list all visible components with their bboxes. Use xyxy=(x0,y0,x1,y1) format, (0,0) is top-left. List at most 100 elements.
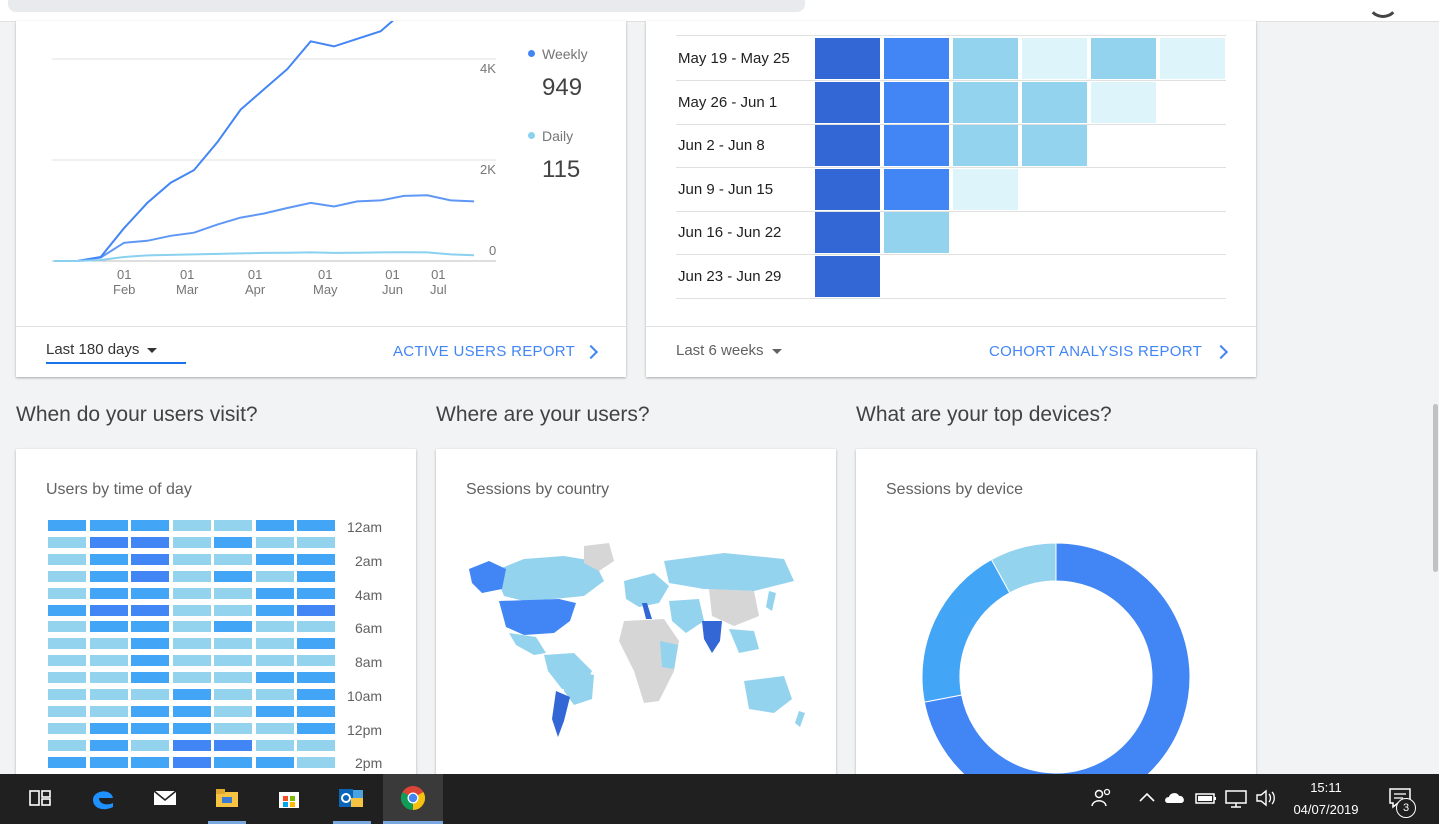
heatmap-cell[interactable] xyxy=(172,638,211,650)
heatmap-cell[interactable] xyxy=(214,756,252,768)
heatmap-cell[interactable] xyxy=(131,722,169,734)
heatmap-cell[interactable] xyxy=(172,553,211,565)
cohort-cell[interactable] xyxy=(884,168,949,210)
heatmap-cell[interactable] xyxy=(48,638,86,650)
heatmap-cell[interactable] xyxy=(255,705,294,717)
cohort-cell[interactable] xyxy=(953,168,1018,210)
heatmap-cell[interactable] xyxy=(255,570,294,582)
heatmap-cell[interactable] xyxy=(214,689,252,700)
heatmap-cell[interactable] xyxy=(89,553,128,565)
heatmap-cell[interactable] xyxy=(48,553,86,565)
heatmap-cell[interactable] xyxy=(131,536,169,548)
heatmap-cell[interactable] xyxy=(48,536,86,548)
heatmap-cell[interactable] xyxy=(131,520,169,531)
chevron-right-icon[interactable] xyxy=(583,344,599,360)
cohort-cell[interactable] xyxy=(953,125,1018,166)
scrollbar-thumb[interactable] xyxy=(1433,404,1438,572)
heatmap-cell[interactable] xyxy=(297,722,335,734)
heatmap-cell[interactable] xyxy=(214,705,252,717)
heatmap-cell[interactable] xyxy=(297,672,335,684)
heatmap-cell[interactable] xyxy=(214,672,252,684)
heatmap-cell[interactable] xyxy=(48,756,86,768)
heatmap-cell[interactable] xyxy=(131,553,169,565)
heatmap-cell[interactable] xyxy=(48,604,86,616)
heatmap-cell[interactable] xyxy=(297,536,335,548)
cohort-cell[interactable] xyxy=(815,255,880,297)
heatmap-cell[interactable] xyxy=(297,520,335,531)
cohort-cell[interactable] xyxy=(1160,38,1225,79)
cohort-cell[interactable] xyxy=(1022,81,1087,123)
heatmap-cell[interactable] xyxy=(214,638,252,650)
heatmap-cell[interactable] xyxy=(297,705,335,717)
heatmap-cell[interactable] xyxy=(131,689,169,700)
heatmap-cell[interactable] xyxy=(214,655,252,667)
heatmap-cell[interactable] xyxy=(214,587,252,599)
heatmap-cell[interactable] xyxy=(89,520,128,531)
active-users-report-link[interactable]: ACTIVE USERS REPORT xyxy=(393,343,575,360)
heatmap-cell[interactable] xyxy=(255,655,294,667)
heatmap-cell[interactable] xyxy=(297,621,335,633)
heatmap-cell[interactable] xyxy=(89,536,128,548)
heatmap-cell[interactable] xyxy=(48,570,86,582)
store-icon[interactable] xyxy=(275,784,303,812)
heatmap-cell[interactable] xyxy=(89,672,128,684)
cohort-cell[interactable] xyxy=(884,38,949,79)
heatmap-cell[interactable] xyxy=(172,621,211,633)
heatmap-cell[interactable] xyxy=(89,689,128,700)
volume-icon[interactable] xyxy=(1252,784,1280,812)
heatmap-cell[interactable] xyxy=(172,604,211,616)
people-icon[interactable] xyxy=(1088,784,1116,812)
cohort-range-dropdown[interactable]: Last 6 weeks xyxy=(676,342,782,359)
heatmap-cell[interactable] xyxy=(131,570,169,582)
cohort-cell[interactable] xyxy=(953,38,1018,79)
heatmap-cell[interactable] xyxy=(297,655,335,667)
heatmap-cell[interactable] xyxy=(48,672,86,684)
search-bar[interactable] xyxy=(8,0,805,12)
cohort-cell[interactable] xyxy=(884,125,949,166)
heatmap-cell[interactable] xyxy=(214,536,252,548)
network-icon[interactable] xyxy=(1222,784,1250,812)
heatmap-cell[interactable] xyxy=(48,587,86,599)
heatmap-cell[interactable] xyxy=(89,722,128,734)
heatmap-cell[interactable] xyxy=(214,722,252,734)
cohort-cell[interactable] xyxy=(1091,38,1156,79)
heatmap-cell[interactable] xyxy=(89,570,128,582)
chevron-up-icon[interactable] xyxy=(1133,784,1161,812)
cohort-cell[interactable] xyxy=(884,81,949,123)
cohort-cell[interactable] xyxy=(953,81,1018,123)
heatmap-cell[interactable] xyxy=(255,536,294,548)
heatmap-cell[interactable] xyxy=(89,604,128,616)
heatmap-cell[interactable] xyxy=(131,587,169,599)
heatmap-cell[interactable] xyxy=(172,672,211,684)
heatmap-cell[interactable] xyxy=(297,689,335,700)
heatmap-cell[interactable] xyxy=(131,672,169,684)
heatmap-cell[interactable] xyxy=(172,655,211,667)
heatmap-cell[interactable] xyxy=(172,570,211,582)
heatmap-cell[interactable] xyxy=(89,621,128,633)
outlook-icon[interactable] xyxy=(337,784,365,812)
date-range-dropdown[interactable]: Last 180 days xyxy=(46,341,158,358)
heatmap-cell[interactable] xyxy=(48,621,86,633)
task-view-icon[interactable] xyxy=(26,784,54,812)
heatmap-cell[interactable] xyxy=(131,739,169,751)
heatmap-cell[interactable] xyxy=(131,756,169,768)
cohort-cell[interactable] xyxy=(1022,125,1087,166)
heatmap-cell[interactable] xyxy=(255,638,294,650)
heatmap-cell[interactable] xyxy=(48,722,86,734)
heatmap-cell[interactable] xyxy=(255,587,294,599)
heatmap-cell[interactable] xyxy=(48,705,86,717)
donut-slice-2[interactable] xyxy=(921,558,1011,703)
heatmap-cell[interactable] xyxy=(297,739,335,751)
heatmap-cell[interactable] xyxy=(48,655,86,667)
heatmap-cell[interactable] xyxy=(89,756,128,768)
battery-icon[interactable] xyxy=(1192,784,1220,812)
heatmap-cell[interactable] xyxy=(172,756,211,768)
heatmap-cell[interactable] xyxy=(131,621,169,633)
heatmap-cell[interactable] xyxy=(172,705,211,717)
heatmap-cell[interactable] xyxy=(131,638,169,650)
heatmap-cell[interactable] xyxy=(214,553,252,565)
cohort-cell[interactable] xyxy=(815,212,880,253)
heatmap-cell[interactable] xyxy=(214,604,252,616)
donut-slice-1[interactable] xyxy=(923,542,1191,774)
cohort-cell[interactable] xyxy=(1022,38,1087,79)
